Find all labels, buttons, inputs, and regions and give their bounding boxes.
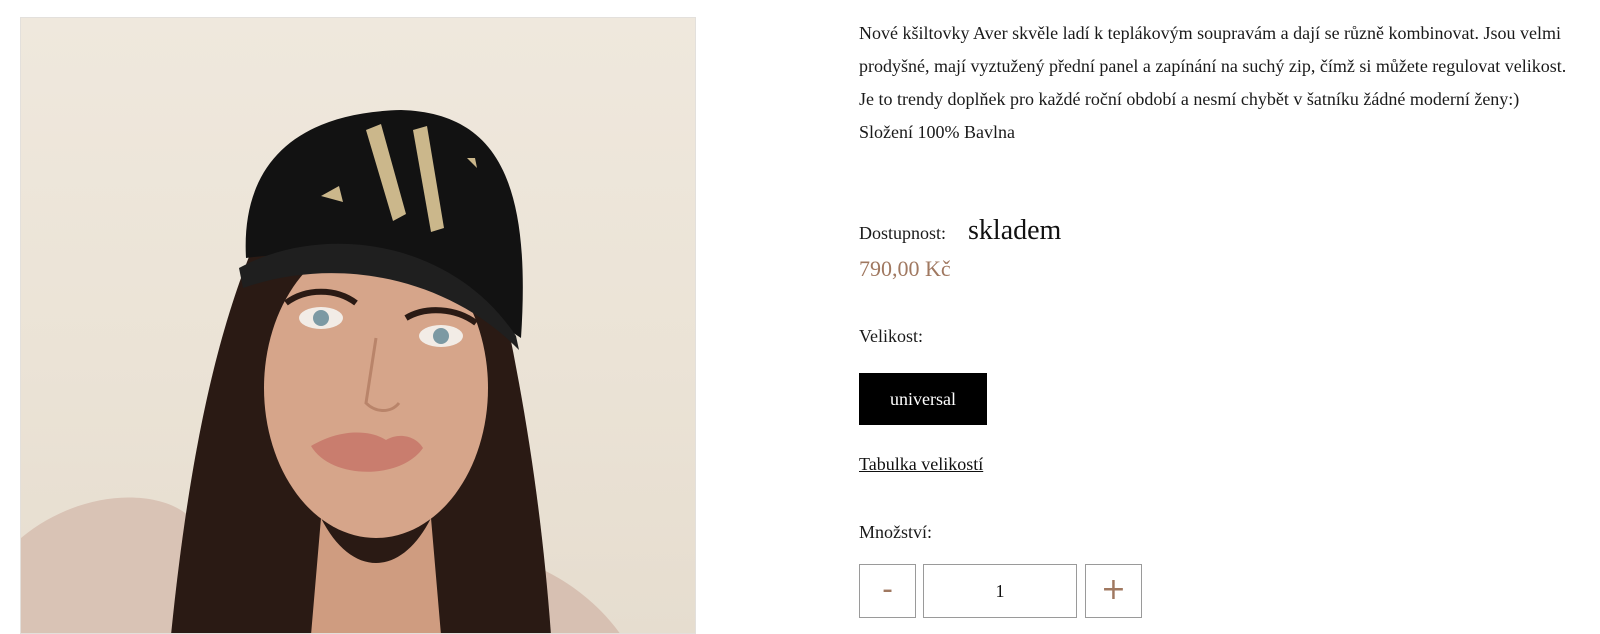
product-description: Nové kšiltovky Aver skvěle ladí k teplák…	[859, 17, 1569, 149]
availability-value: skladem	[968, 215, 1062, 246]
quantity-increase-button[interactable]: +	[1085, 564, 1142, 618]
size-option-universal[interactable]: universal	[859, 373, 987, 425]
description-text: Nové kšiltovky Aver skvěle ladí k teplák…	[859, 23, 1567, 109]
product-price: 790,00 Kč	[859, 256, 951, 281]
quantity-label: Množství:	[859, 522, 933, 542]
availability-label: Dostupnost:	[859, 223, 947, 243]
size-label: Velikost:	[859, 326, 924, 346]
composition-text: Složení 100% Bavlna	[859, 122, 1015, 142]
size-table-link[interactable]: Tabulka velikostí	[859, 454, 983, 475]
quantity-decrease-button[interactable]: -	[859, 564, 916, 618]
quantity-input[interactable]	[923, 564, 1077, 618]
product-photo-illustration	[21, 110, 620, 633]
availability-row: Dostupnost: skladem	[859, 215, 1061, 247]
product-photo[interactable]	[20, 17, 696, 634]
